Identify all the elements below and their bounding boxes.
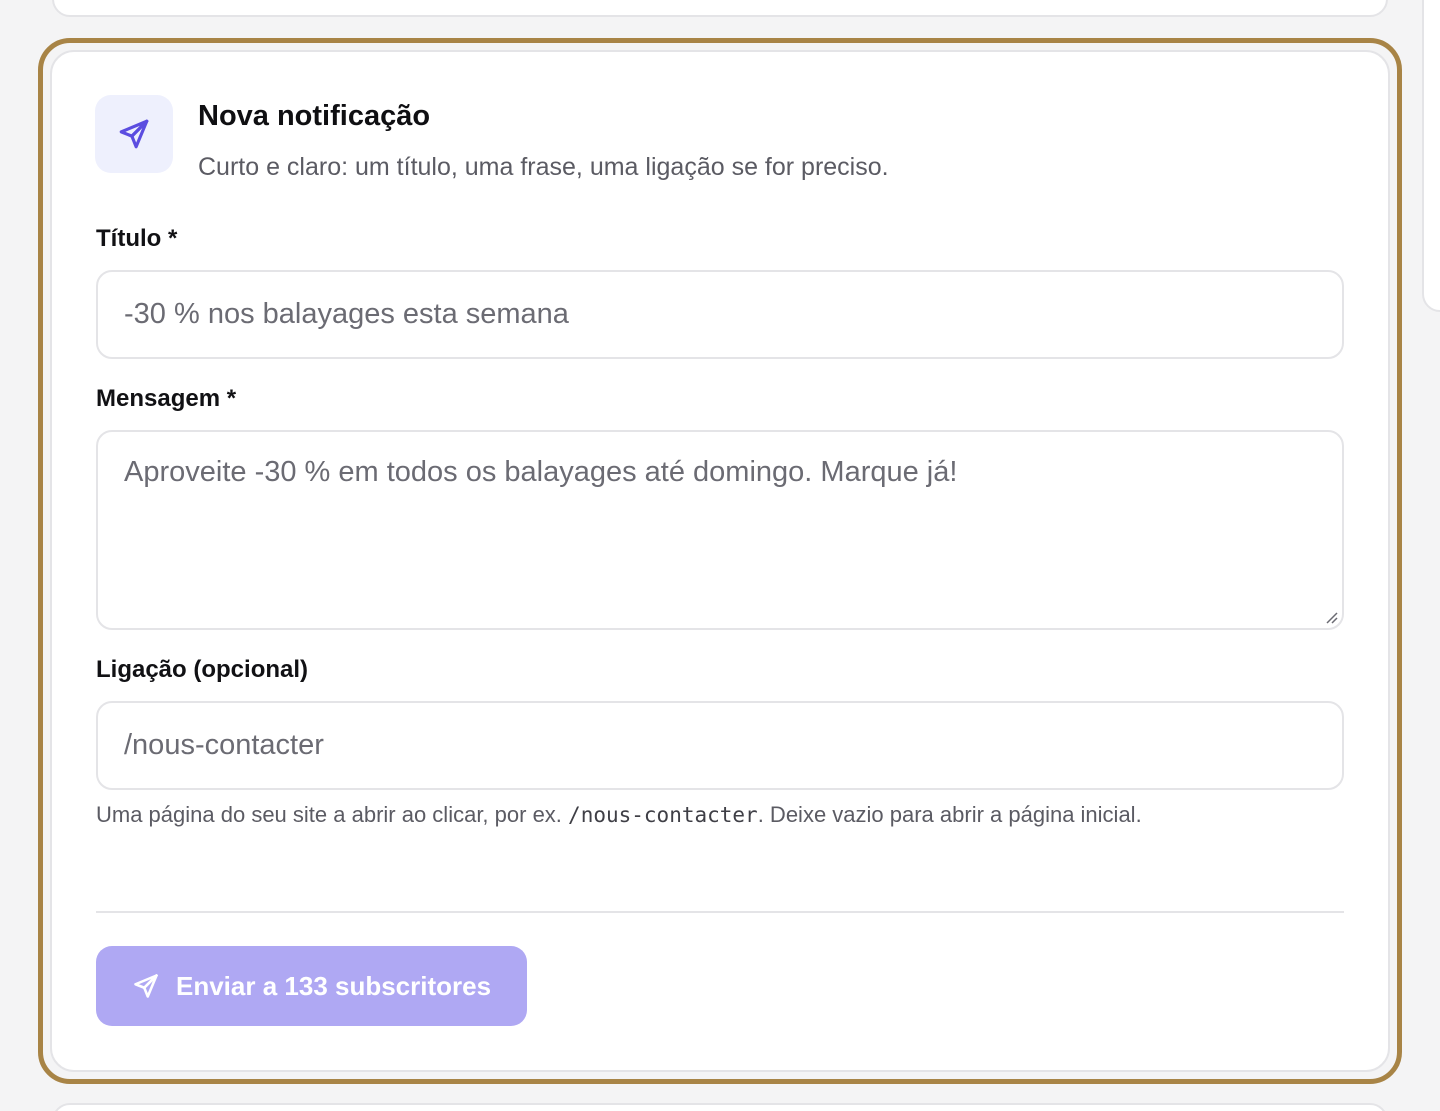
send-button[interactable]: Enviar a 133 subscritores (96, 946, 527, 1026)
link-help-text: Uma página do seu site a abrir ao clicar… (96, 796, 1206, 834)
message-textarea-value: Aproveite -30 % em todos os balayages at… (124, 456, 958, 488)
link-input-value: /nous-contacter (124, 729, 324, 761)
next-card (52, 1103, 1388, 1111)
title-input-value: -30 % nos balayages esta semana (124, 298, 569, 330)
side-panel (1422, 0, 1440, 312)
link-input[interactable]: /nous-contacter (96, 701, 1344, 790)
title-input[interactable]: -30 % nos balayages esta semana (96, 270, 1344, 359)
send-button-label: Enviar a 133 subscritores (176, 970, 492, 1001)
link-label: Ligação (opcional) (96, 656, 309, 683)
resize-handle-icon[interactable] (1324, 610, 1338, 624)
help-text-suffix: . Deixe vazio para abrir a página inicia… (757, 802, 1142, 827)
card-title: Nova notificação (198, 100, 431, 132)
help-code-example: /nous-contacter (568, 803, 758, 827)
help-text-prefix: Uma página do seu site a abrir ao clicar… (96, 802, 562, 827)
previous-card (52, 0, 1388, 17)
title-label: Título * (96, 225, 178, 252)
form-divider (96, 911, 1344, 913)
message-label: Mensagem * (96, 385, 237, 412)
paper-plane-icon (132, 972, 160, 1000)
message-textarea[interactable]: Aproveite -30 % em todos os balayages at… (96, 430, 1344, 630)
card-subtitle: Curto e claro: um título, uma frase, uma… (198, 153, 889, 181)
card-icon-box (95, 95, 173, 173)
paper-plane-icon (119, 119, 149, 149)
